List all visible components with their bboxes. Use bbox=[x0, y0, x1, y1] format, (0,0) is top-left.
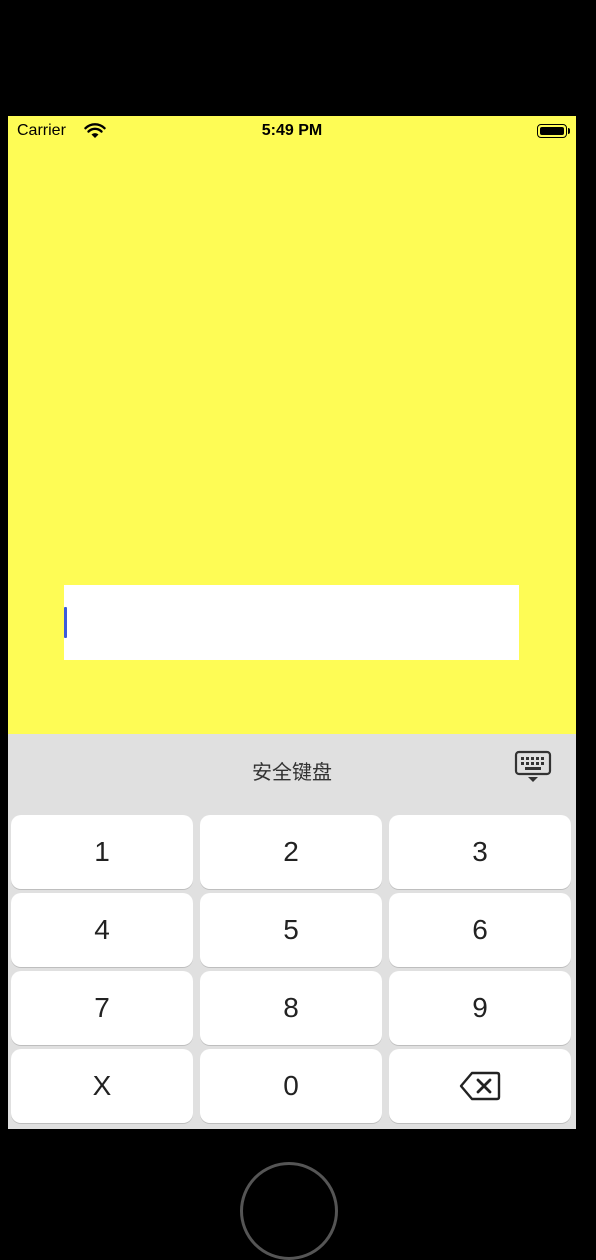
key-0[interactable]: 0 bbox=[200, 1049, 382, 1123]
keyboard-title: 安全键盘 bbox=[252, 760, 332, 784]
key-9[interactable]: 9 bbox=[389, 971, 571, 1045]
status-bar: Carrier 5:49 PM bbox=[8, 116, 576, 146]
text-cursor bbox=[64, 607, 67, 638]
text-input-field[interactable] bbox=[64, 585, 519, 660]
keyboard-dismiss-icon[interactable] bbox=[514, 750, 552, 784]
key-8[interactable]: 8 bbox=[200, 971, 382, 1045]
key-6[interactable]: 6 bbox=[389, 893, 571, 967]
key-x[interactable]: X bbox=[11, 1049, 193, 1123]
key-5[interactable]: 5 bbox=[200, 893, 382, 967]
backspace-key[interactable] bbox=[389, 1049, 571, 1123]
key-2[interactable]: 2 bbox=[200, 815, 382, 889]
key-1[interactable]: 1 bbox=[11, 815, 193, 889]
device-frame: Carrier 5:49 PM 安全键盘 1 2 3 4 5 6 7 8 9 X… bbox=[0, 0, 596, 1260]
battery-icon bbox=[537, 124, 570, 138]
home-button[interactable] bbox=[240, 1162, 338, 1260]
key-3[interactable]: 3 bbox=[389, 815, 571, 889]
status-time: 5:49 PM bbox=[261, 122, 323, 139]
key-4[interactable]: 4 bbox=[11, 893, 193, 967]
app-screen: Carrier 5:49 PM 安全键盘 1 2 3 4 5 6 7 8 9 X… bbox=[8, 116, 576, 1129]
key-7[interactable]: 7 bbox=[11, 971, 193, 1045]
secure-keyboard: 安全键盘 1 2 3 4 5 6 7 8 9 X 0 bbox=[8, 734, 576, 1129]
backspace-icon bbox=[459, 1071, 501, 1101]
